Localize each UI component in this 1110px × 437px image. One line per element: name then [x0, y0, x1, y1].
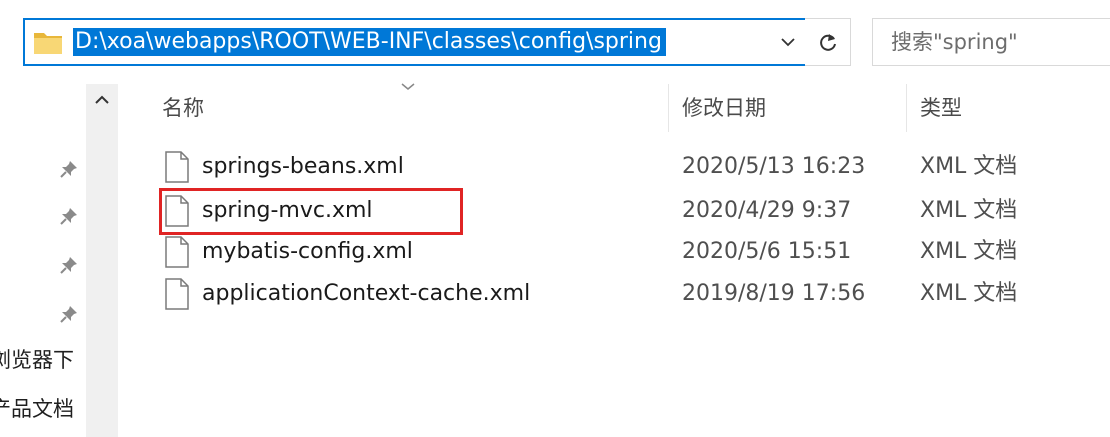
chevron-down-icon[interactable] [779, 35, 797, 49]
search-placeholder: 搜索"spring" [891, 30, 1018, 54]
file-row[interactable]: springs-beans.xml 2020/5/13 16:23 XML 文档 [150, 146, 1110, 188]
search-input[interactable]: 搜索"spring" [872, 18, 1110, 66]
file-type: XML 文档 [920, 281, 1018, 306]
file-type: XML 文档 [920, 198, 1018, 223]
pin-icon[interactable] [58, 158, 80, 180]
file-name: applicationContext-cache.xml [202, 281, 531, 306]
file-modified: 2020/4/29 9:37 [682, 198, 852, 223]
pin-icon[interactable] [58, 254, 80, 276]
file-type: XML 文档 [920, 154, 1018, 179]
file-name: springs-beans.xml [202, 154, 404, 179]
address-bar[interactable]: D:\xoa\webapps\ROOT\WEB-INF\classes\conf… [23, 18, 849, 66]
folder-icon [34, 33, 62, 54]
file-modified: 2019/8/19 17:56 [682, 281, 866, 306]
nav-item-browser-downloads[interactable]: 浏览器下 [0, 344, 76, 374]
address-path[interactable]: D:\xoa\webapps\ROOT\WEB-INF\classes\conf… [73, 28, 666, 56]
column-divider[interactable] [906, 84, 907, 132]
file-name: mybatis-config.xml [202, 239, 413, 264]
nav-scrollbar[interactable] [86, 84, 118, 437]
column-header-type[interactable]: 类型 [920, 84, 962, 132]
sort-chevron-icon [401, 83, 415, 90]
column-header-modified[interactable]: 修改日期 [682, 84, 766, 132]
xml-file-icon [165, 195, 189, 227]
nav-item-product-docs[interactable]: 产品文档 [0, 393, 76, 423]
file-type: XML 文档 [920, 239, 1018, 264]
file-row[interactable]: applicationContext-cache.xml 2019/8/19 1… [150, 273, 1110, 315]
refresh-button[interactable] [805, 18, 851, 66]
refresh-icon [820, 34, 836, 51]
file-modified: 2020/5/6 15:51 [682, 239, 852, 264]
xml-file-icon [165, 151, 189, 183]
pin-icon[interactable] [58, 303, 80, 325]
file-row[interactable]: spring-mvc.xml 2020/4/29 9:37 XML 文档 [150, 190, 1110, 232]
pin-icon[interactable] [58, 205, 80, 227]
xml-file-icon [165, 278, 189, 310]
file-name: spring-mvc.xml [202, 198, 373, 223]
file-modified: 2020/5/13 16:23 [682, 154, 866, 179]
column-header-name[interactable]: 名称 [162, 84, 204, 132]
scroll-up-icon[interactable] [94, 94, 110, 106]
xml-file-icon [165, 236, 189, 268]
column-divider[interactable] [668, 84, 669, 132]
file-row[interactable]: mybatis-config.xml 2020/5/6 15:51 XML 文档 [150, 231, 1110, 273]
